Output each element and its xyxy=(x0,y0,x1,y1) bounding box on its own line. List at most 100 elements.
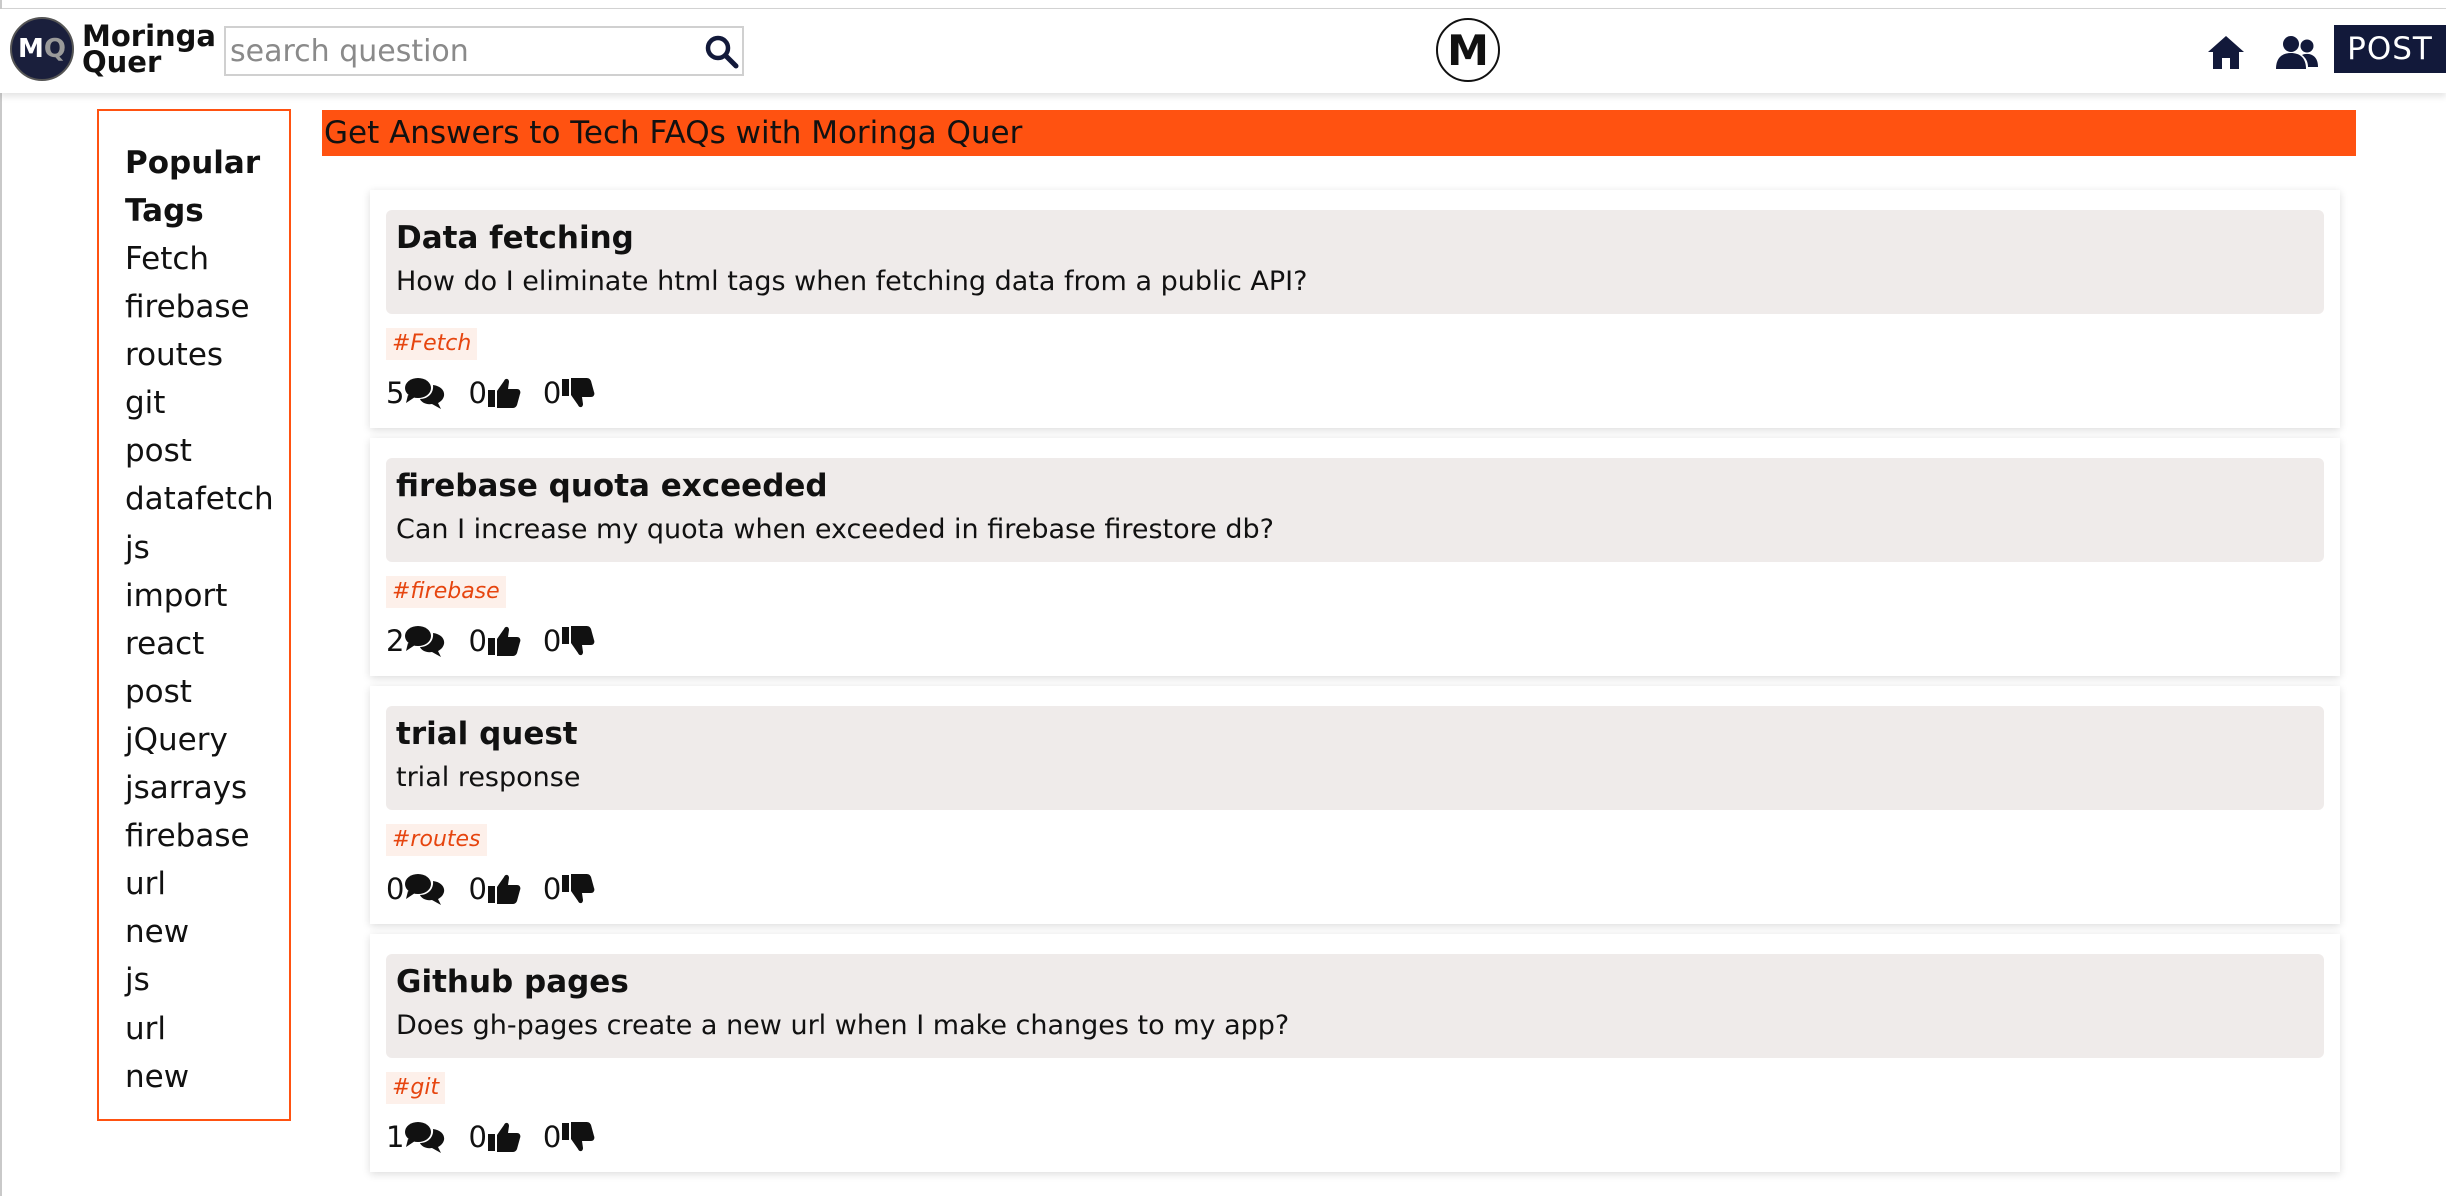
tag-link[interactable]: new xyxy=(125,908,274,956)
comments-count: 2 xyxy=(386,624,405,658)
tag-link[interactable]: url xyxy=(125,860,274,908)
dislikes-count: 0 xyxy=(542,872,562,906)
sidebar-title-line-2: Tags xyxy=(125,193,204,229)
tag-link[interactable]: firebase xyxy=(125,283,274,331)
popular-tags-sidebar: Popular Tags Fetch firebase routes git p… xyxy=(97,109,291,1121)
question-body: Does gh-pages create a new url when I ma… xyxy=(396,1010,1290,1041)
center-logo[interactable]: M xyxy=(1436,18,1500,82)
question-body: Can I increase my quota when exceeded in… xyxy=(396,514,1274,545)
users-button[interactable] xyxy=(2274,33,2320,73)
window-edge xyxy=(0,0,2,1196)
likes-stat[interactable]: 0 xyxy=(468,872,521,906)
logo-letter-q: Q xyxy=(43,34,66,64)
comments-icon xyxy=(405,1122,445,1153)
hero-banner: Get Answers to Tech FAQs with Moringa Qu… xyxy=(322,110,2356,156)
thumbs-down-icon xyxy=(562,378,595,408)
tag-link[interactable]: jsarrays xyxy=(125,764,274,812)
question-title[interactable]: firebase quota exceeded xyxy=(396,468,828,504)
tag-link[interactable]: js xyxy=(125,524,274,572)
question-card[interactable]: trial quest trial response #routes 0 0 0 xyxy=(370,686,2340,924)
question-title[interactable]: trial quest xyxy=(396,716,578,752)
question-card[interactable]: Github pages Does gh-pages create a new … xyxy=(370,934,2340,1172)
dislikes-stat[interactable]: 0 xyxy=(543,872,595,906)
thumbs-up-icon xyxy=(487,378,521,408)
logo-letter-m: M xyxy=(18,34,44,64)
users-icon xyxy=(2276,36,2318,69)
question-body: How do I eliminate html tags when fetchi… xyxy=(396,266,1308,297)
comments-stat[interactable]: 5 xyxy=(386,376,446,410)
question-title[interactable]: Github pages xyxy=(396,964,629,1000)
comments-icon xyxy=(405,378,445,409)
comments-count: 0 xyxy=(386,872,405,906)
likes-count: 0 xyxy=(468,624,487,658)
tag-list: Fetch firebase routes git post datafetch… xyxy=(125,235,274,1101)
home-button[interactable] xyxy=(2206,33,2246,73)
search-button[interactable] xyxy=(704,34,740,70)
tag-link[interactable]: import xyxy=(125,572,274,620)
comments-count: 5 xyxy=(386,376,405,410)
sidebar-title: Popular Tags xyxy=(125,139,285,235)
comments-stat[interactable]: 1 xyxy=(386,1120,446,1154)
question-header[interactable]: Github pages Does gh-pages create a new … xyxy=(386,954,2324,1058)
dislikes-stat[interactable]: 0 xyxy=(543,624,595,658)
sidebar-title-line-1: Popular xyxy=(125,145,261,181)
thumbs-down-icon xyxy=(562,874,595,904)
thumbs-up-icon xyxy=(487,1122,521,1152)
tag-link[interactable]: post xyxy=(125,427,274,475)
likes-count: 0 xyxy=(468,376,487,410)
tag-link[interactable]: react xyxy=(125,620,274,668)
question-tag[interactable]: #firebase xyxy=(386,576,506,608)
tag-link[interactable]: datafetch xyxy=(125,475,274,523)
likes-count: 0 xyxy=(468,872,487,906)
comments-stat[interactable]: 2 xyxy=(386,624,446,658)
tag-link[interactable]: git xyxy=(125,379,274,427)
search-icon xyxy=(705,35,739,69)
comments-count: 1 xyxy=(386,1120,405,1154)
dislikes-stat[interactable]: 0 xyxy=(543,376,595,410)
likes-stat[interactable]: 0 xyxy=(468,624,521,658)
question-stats: 5 0 0 xyxy=(386,374,617,412)
dislikes-stat[interactable]: 0 xyxy=(543,1120,595,1154)
question-card[interactable]: Data fetching How do I eliminate html ta… xyxy=(370,190,2340,428)
dislikes-count: 0 xyxy=(542,624,562,658)
logo-badge[interactable]: MQ xyxy=(10,17,74,81)
comments-icon xyxy=(405,874,445,905)
thumbs-down-icon xyxy=(562,626,595,656)
thumbs-up-icon xyxy=(487,874,521,904)
question-stats: 1 0 0 xyxy=(386,1118,617,1156)
question-tag[interactable]: #routes xyxy=(386,824,487,856)
comments-stat[interactable]: 0 xyxy=(386,872,446,906)
search-box xyxy=(224,26,744,76)
likes-count: 0 xyxy=(468,1120,487,1154)
tag-link[interactable]: firebase xyxy=(125,812,274,860)
navbar: MQ Moringa Quer M POST xyxy=(0,9,2446,93)
dislikes-count: 0 xyxy=(542,1120,562,1154)
question-header[interactable]: Data fetching How do I eliminate html ta… xyxy=(386,210,2324,314)
likes-stat[interactable]: 0 xyxy=(468,1120,521,1154)
search-input[interactable] xyxy=(230,28,690,74)
likes-stat[interactable]: 0 xyxy=(468,376,521,410)
question-header[interactable]: trial quest trial response xyxy=(386,706,2324,810)
tag-link[interactable]: url xyxy=(125,1005,274,1053)
question-body: trial response xyxy=(396,762,581,793)
home-icon xyxy=(2208,36,2244,69)
question-tag[interactable]: #Fetch xyxy=(386,328,478,360)
dislikes-count: 0 xyxy=(542,376,562,410)
tag-link[interactable]: js xyxy=(125,956,274,1004)
tag-link[interactable]: new xyxy=(125,1053,274,1101)
question-card[interactable]: firebase quota exceeded Can I increase m… xyxy=(370,438,2340,676)
question-stats: 2 0 0 xyxy=(386,622,617,660)
question-stats: 0 0 0 xyxy=(386,870,617,908)
brand-name[interactable]: Moringa Quer xyxy=(82,22,222,77)
tag-link[interactable]: Fetch xyxy=(125,235,274,283)
tag-link[interactable]: routes xyxy=(125,331,274,379)
question-title[interactable]: Data fetching xyxy=(396,220,634,256)
thumbs-up-icon xyxy=(487,626,521,656)
tag-link[interactable]: jQuery xyxy=(125,716,274,764)
thumbs-down-icon xyxy=(562,1122,595,1152)
comments-icon xyxy=(405,626,445,657)
post-button[interactable]: POST xyxy=(2334,25,2446,73)
tag-link[interactable]: post xyxy=(125,668,274,716)
question-tag[interactable]: #git xyxy=(386,1072,446,1104)
question-header[interactable]: firebase quota exceeded Can I increase m… xyxy=(386,458,2324,562)
